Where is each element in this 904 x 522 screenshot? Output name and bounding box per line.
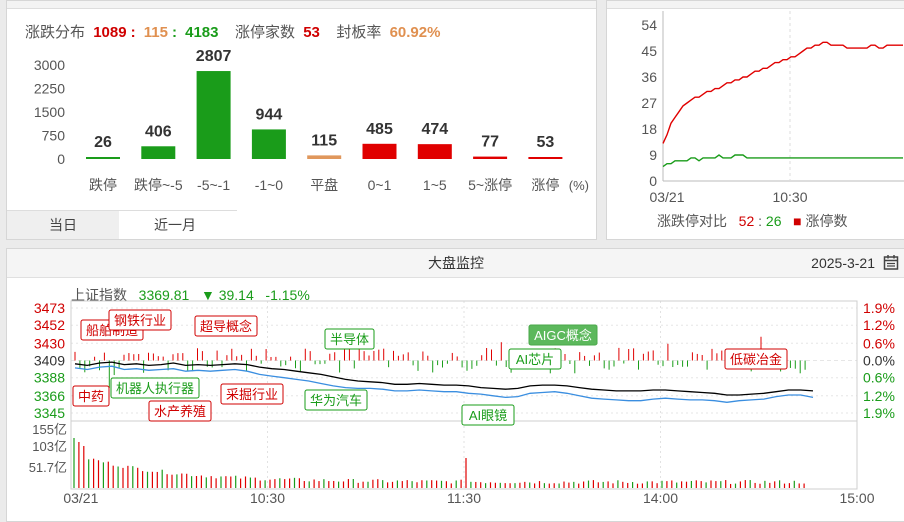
y-right-tick-label: 0.0% xyxy=(863,353,895,369)
volume-tick-label: 51.7亿 xyxy=(29,460,67,475)
y-tick-label: 36 xyxy=(641,69,657,85)
data-label: 944 xyxy=(256,106,283,123)
legend-up: 52 xyxy=(738,213,755,229)
category-label: 跌停 xyxy=(89,177,117,193)
data-label: 474 xyxy=(421,121,448,138)
data-label: 53 xyxy=(537,134,555,151)
limit-legend: 涨跌停对比 52 : 26 ■ 涨停数 xyxy=(657,211,848,231)
event-tag-label: AI芯片 xyxy=(516,352,554,367)
y-tick-label: 3388 xyxy=(34,370,65,386)
period-tabs: 当日 近一月 xyxy=(7,210,237,239)
y-tick-label: 3000 xyxy=(34,57,65,73)
bar xyxy=(362,143,397,159)
data-label: 406 xyxy=(145,123,172,140)
distribution-panel: 涨跌分布 1089: 115: 4183 涨停家数 53 封板率 60.92% … xyxy=(6,0,597,240)
bar xyxy=(196,71,231,159)
legend-label: 涨跌停对比 xyxy=(657,213,727,229)
limit-compare-chart: 0 9 18 27 36 45 54 03/21 10:30 xyxy=(641,11,904,205)
unit-label: (%) xyxy=(569,178,589,193)
bar xyxy=(417,144,452,159)
legend-down: 26 xyxy=(765,213,782,229)
y-tick-label: 1500 xyxy=(34,104,65,120)
event-tag-label: 半导体 xyxy=(330,332,369,347)
event-tag-label: 钢铁行业 xyxy=(114,313,166,328)
y-right-tick-label: 1.9% xyxy=(863,300,895,316)
category-label: 平盘 xyxy=(310,177,338,193)
data-label: 77 xyxy=(481,134,499,151)
y-right-tick-label: 1.9% xyxy=(863,405,895,421)
series-line xyxy=(662,154,903,168)
legend-square-icon: ■ xyxy=(793,213,802,229)
data-label: 26 xyxy=(94,134,112,151)
bar xyxy=(307,155,342,159)
event-tag-label: 采掘行业 xyxy=(226,387,278,402)
data-label: 2807 xyxy=(196,48,232,65)
distribution-bar-chart: 0 750 1500 2250 3000 26 跌停 406 跌停~-5 2807 -5~-1 944… xyxy=(34,48,589,193)
category-label: 5~涨停 xyxy=(468,177,512,193)
y-right-tick-label: 0.6% xyxy=(863,370,895,386)
data-label: 485 xyxy=(366,121,393,138)
event-tag-label: AIGC概念 xyxy=(534,328,592,343)
series-line xyxy=(662,41,903,144)
event-tag-label: 机器人执行器 xyxy=(116,381,194,396)
event-tag-label: 中药 xyxy=(78,389,104,404)
event-tag-label: AI眼镜 xyxy=(469,408,507,423)
category-label: -5~-1 xyxy=(197,177,230,193)
event-tag-label: 低碳冶金 xyxy=(730,352,782,367)
event-tag-label: 华为汽车 xyxy=(310,393,362,408)
y-tick-label: 3430 xyxy=(34,335,65,351)
x-tick-label: 14:00 xyxy=(643,490,678,506)
limit-compare-panel: 0 9 18 27 36 45 54 03/21 10:30 涨跌停对比 52 : 26 ■ 涨… xyxy=(606,0,904,240)
y-right-tick-label: 1.2% xyxy=(863,317,895,333)
category-label: 涨停 xyxy=(531,177,559,193)
y-tick-label: 45 xyxy=(641,43,657,59)
market-monitor-panel: 大盘监控 2025-3-21 上证指数 3369.81 ▼ 39.14 -1.1… xyxy=(6,248,904,522)
category-label: 1~5 xyxy=(423,177,447,193)
volume-tick-label: 155亿 xyxy=(32,422,67,437)
y-tick-label: 0 xyxy=(649,173,657,189)
x-tick-label: 03/21 xyxy=(63,490,98,506)
y-tick-label: 3473 xyxy=(34,300,65,316)
bar xyxy=(86,157,120,159)
y-right-tick-label: 0.6% xyxy=(863,335,895,351)
y-right-tick-label: 1.2% xyxy=(863,388,895,404)
y-tick-label: 3409 xyxy=(34,353,65,369)
volume-tick-label: 103亿 xyxy=(32,439,67,454)
x-tick-label: 15:00 xyxy=(839,490,874,506)
x-tick-label: 10:30 xyxy=(772,189,807,205)
x-tick-label: 11:30 xyxy=(447,490,481,506)
bar xyxy=(251,129,286,159)
bar xyxy=(473,156,508,159)
legend-series: 涨停数 xyxy=(805,213,848,229)
event-tag-label: 超导概念 xyxy=(200,319,252,334)
y-tick-label: 2250 xyxy=(34,81,65,97)
x-tick-label: 10:30 xyxy=(250,490,285,506)
category-label: -1~0 xyxy=(255,177,284,193)
y-tick-label: 18 xyxy=(641,121,657,137)
bar xyxy=(141,146,176,159)
y-tick-label: 750 xyxy=(42,128,66,144)
y-tick-label: 9 xyxy=(649,147,657,163)
event-tag-label: 水产养殖 xyxy=(154,404,206,419)
category-label: 跌停~-5 xyxy=(134,177,183,193)
market-monitor-chart: 3473 1.9% 3452 1.2% 3430 0.6% 3409 0.0% 3388 0.6%… xyxy=(29,300,895,506)
tab-last-month[interactable]: 近一月 xyxy=(119,211,231,239)
y-tick-label: 27 xyxy=(641,95,657,111)
legend-sep: : xyxy=(758,213,763,229)
tab-today[interactable]: 当日 xyxy=(7,211,120,239)
data-label: 115 xyxy=(311,132,337,149)
category-label: 0~1 xyxy=(368,177,392,193)
y-tick-label: 3452 xyxy=(34,317,65,333)
y-tick-label: 54 xyxy=(641,17,657,33)
x-tick-label: 03/21 xyxy=(649,189,684,205)
bar xyxy=(528,157,563,159)
y-tick-label: 0 xyxy=(57,151,65,167)
y-tick-label: 3345 xyxy=(34,405,65,421)
y-tick-label: 3366 xyxy=(34,388,65,404)
